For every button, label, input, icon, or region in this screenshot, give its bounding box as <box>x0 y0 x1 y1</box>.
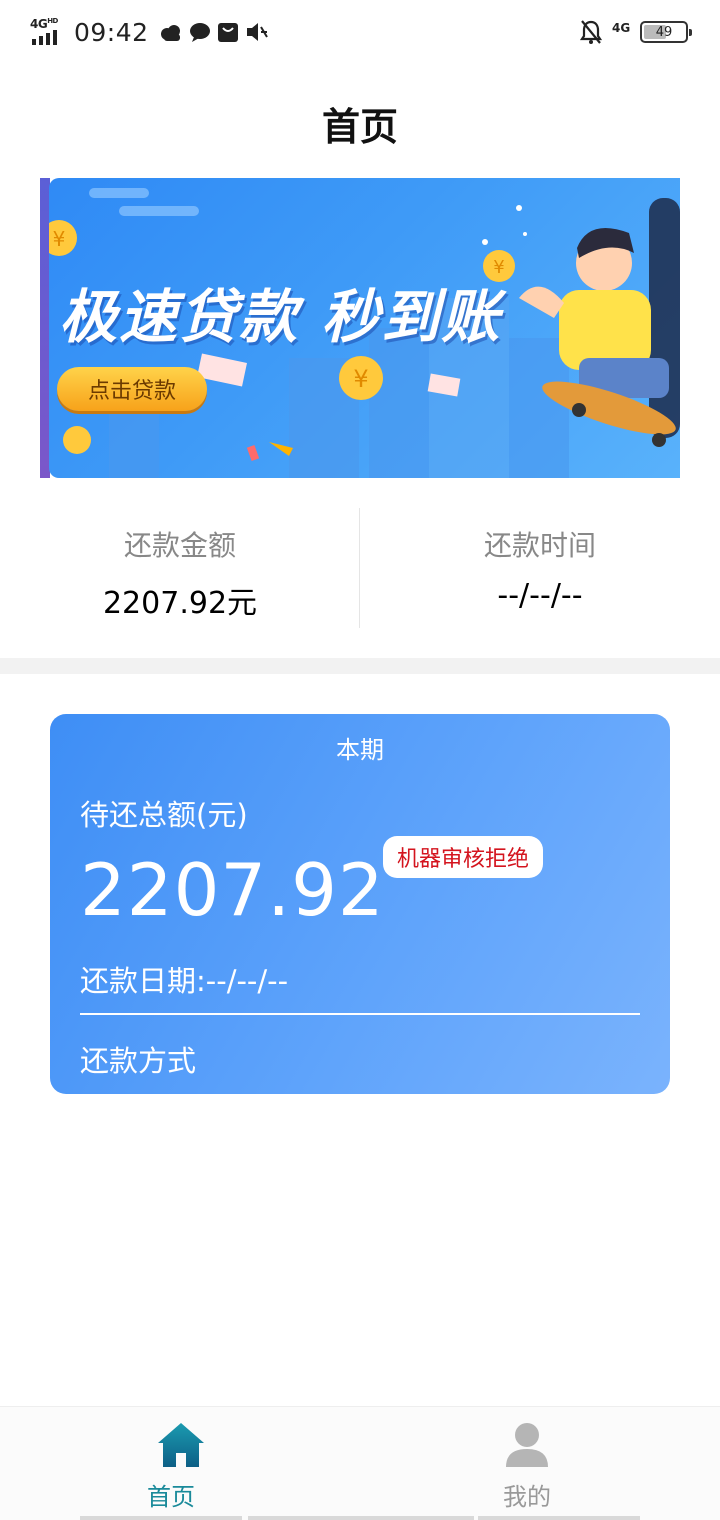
tab-home-label: 首页 <box>147 1483 195 1511</box>
status-badge: 机器审核拒绝 <box>383 836 544 878</box>
home-icon <box>158 1423 204 1467</box>
network-type-label: 4GHD <box>30 17 58 31</box>
svg-text:¥: ¥ <box>53 227 66 251</box>
tab-mine[interactable]: 我的 <box>360 1407 720 1520</box>
gesture-bar-left <box>80 1516 242 1520</box>
card-title: 本期 <box>336 736 384 764</box>
svg-text:¥: ¥ <box>353 365 368 393</box>
shopping-bag-icon <box>217 23 238 42</box>
repayment-time-value: --/--/-- <box>497 578 583 613</box>
tab-home[interactable]: 首页 <box>0 1407 360 1520</box>
person-icon <box>506 1423 548 1467</box>
section-separator <box>0 658 720 674</box>
repayment-amount-value: 2207.92元 <box>102 586 258 621</box>
speaker-muted-icon <box>246 23 268 41</box>
status-time: 09:42 <box>74 17 149 47</box>
promo-banner[interactable]: ¥ ¥ ¥ 极速贷款 秒到账 点击贷款 <box>49 178 680 478</box>
gesture-bar-center <box>248 1516 474 1520</box>
cellular-signal-icon: 4GHD <box>30 17 66 47</box>
card-divider <box>80 1013 640 1015</box>
apply-loan-button[interactable]: 点击贷款 <box>57 367 207 411</box>
repayment-amount-section: 还款金额 2207.92元 <box>0 508 360 628</box>
repayment-time-label: 还款时间 <box>483 529 596 562</box>
repayment-method-link[interactable]: 还款方式 <box>80 1038 196 1080</box>
status-bar: 4GHD 09:42 4G 49 <box>0 0 720 64</box>
banner-headline: 极速贷款 秒到账 <box>59 283 502 351</box>
bottom-tab-bar: 首页 我的 <box>0 1406 720 1520</box>
total-due-label: 待还总额(元) <box>80 798 248 832</box>
total-due-amount: 2207.92 <box>80 848 385 932</box>
mobile-data-icon: 4G <box>612 21 631 35</box>
status-bar-left: 4GHD 09:42 <box>30 14 269 50</box>
battery-icon: 49 <box>640 21 692 43</box>
battery-level: 49 <box>655 24 673 40</box>
repayment-time-section: 还款时间 --/--/-- <box>360 508 720 628</box>
due-date: 还款日期:--/--/-- <box>80 964 289 998</box>
notification-off-icon <box>580 20 602 44</box>
tab-mine-label: 我的 <box>503 1483 551 1511</box>
repayment-amount-label: 还款金额 <box>123 529 236 562</box>
current-period-card[interactable]: 本期 待还总额(元) 2207.92 机器审核拒绝 还款日期:--/--/-- … <box>50 714 670 1094</box>
page-title: 首页 <box>321 105 398 149</box>
gesture-bar-right <box>478 1516 640 1520</box>
weather-cloud-icon <box>160 25 180 41</box>
status-bar-right: 4G 49 <box>580 16 692 48</box>
chat-bubble-icon <box>189 23 210 42</box>
repayment-summary: 还款金额 2207.92元 还款时间 --/--/-- <box>0 508 720 628</box>
